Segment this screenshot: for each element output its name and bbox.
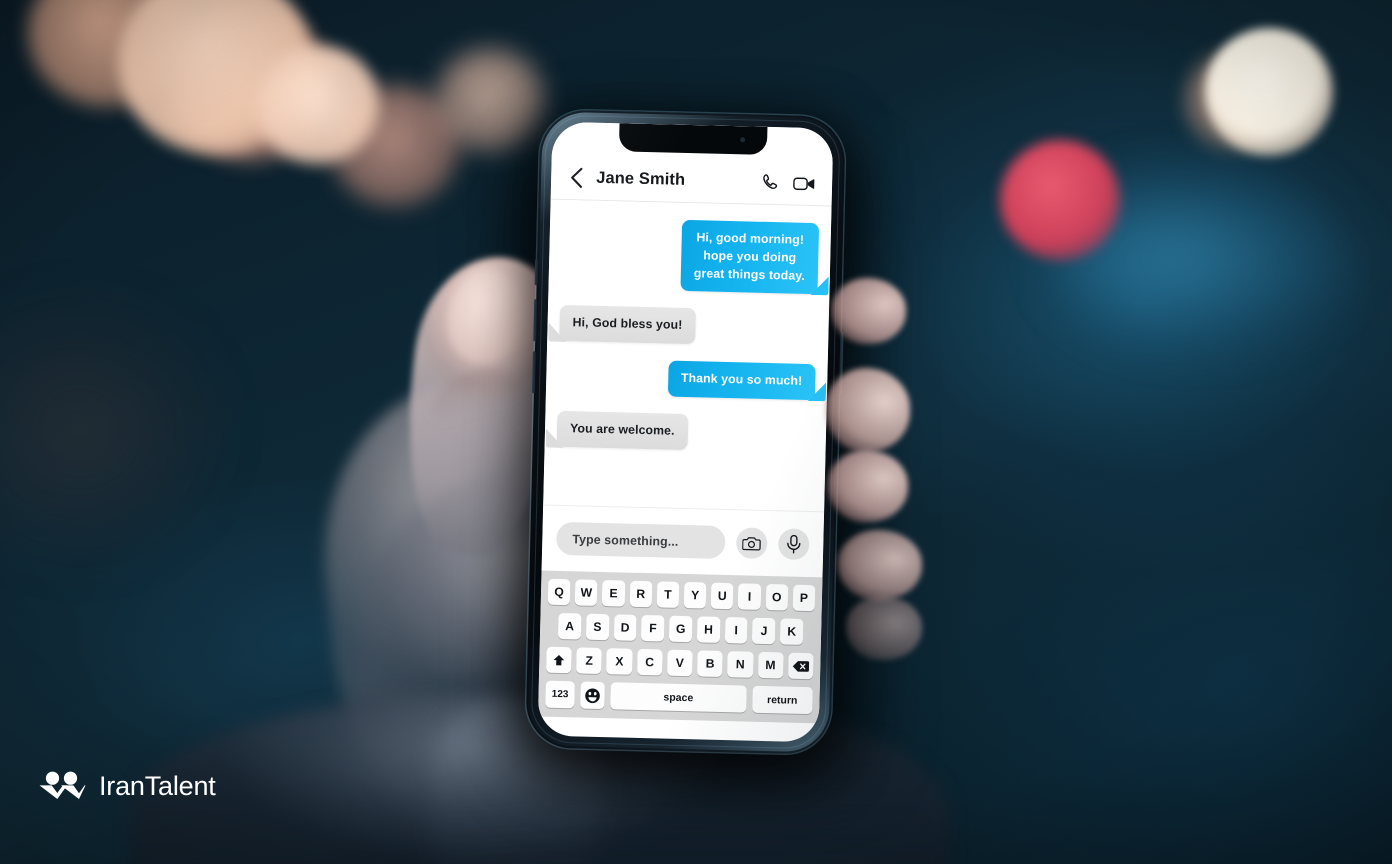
onscreen-keyboard: Q W E R T Y U I O P A S D F G H I J K Z … bbox=[538, 570, 823, 724]
key-v[interactable]: V bbox=[666, 649, 693, 677]
header-actions bbox=[758, 171, 816, 194]
key-o[interactable]: O bbox=[765, 584, 789, 611]
key-t[interactable]: T bbox=[656, 581, 680, 608]
key-z[interactable]: Z bbox=[576, 647, 603, 675]
message-list[interactable]: Hi, good morning! hope you doing great t… bbox=[543, 199, 832, 512]
camera-button[interactable] bbox=[735, 527, 768, 560]
key-m[interactable]: M bbox=[757, 651, 784, 679]
chevron-left-icon bbox=[570, 167, 582, 188]
volume-down-button[interactable] bbox=[531, 351, 536, 394]
index-finger bbox=[832, 278, 906, 344]
camera-notch bbox=[618, 123, 767, 155]
return-key[interactable]: return bbox=[751, 685, 813, 715]
silent-switch[interactable] bbox=[534, 259, 538, 286]
microphone-icon bbox=[787, 534, 801, 554]
key-i[interactable]: I bbox=[738, 583, 761, 610]
little-finger bbox=[838, 530, 922, 600]
video-camera-icon bbox=[793, 176, 815, 190]
key-d[interactable]: D bbox=[613, 614, 637, 641]
space-key[interactable]: space bbox=[610, 682, 747, 713]
key-g[interactable]: G bbox=[668, 615, 693, 643]
smiley-face-icon bbox=[585, 688, 600, 703]
camera-icon bbox=[742, 536, 761, 551]
finger-lower bbox=[846, 596, 922, 660]
key-i2[interactable]: I bbox=[724, 617, 748, 644]
brand-logo: IranTalent bbox=[38, 770, 216, 802]
key-b[interactable]: B bbox=[697, 650, 723, 677]
key-n[interactable]: N bbox=[727, 651, 754, 678]
key-u[interactable]: U bbox=[710, 582, 734, 610]
video-call-button[interactable] bbox=[793, 172, 816, 195]
ring-finger bbox=[828, 450, 908, 522]
message-row: Hi, good morning! hope you doing great t… bbox=[560, 217, 820, 295]
front-camera-icon bbox=[739, 137, 745, 143]
keyboard-row-4: 123 space return bbox=[542, 680, 816, 715]
key-x[interactable]: X bbox=[606, 648, 633, 675]
message-bubble-incoming[interactable]: Hi, God bless you! bbox=[559, 305, 696, 345]
shift-arrow-icon bbox=[553, 654, 565, 665]
key-a[interactable]: A bbox=[557, 612, 582, 640]
back-button[interactable] bbox=[565, 164, 588, 191]
key-h[interactable]: H bbox=[696, 616, 721, 643]
message-row: Hi, God bless you! bbox=[559, 305, 817, 347]
keyboard-row-3: Z X C V B N M bbox=[543, 646, 817, 680]
message-composer: Type something... bbox=[541, 504, 825, 578]
message-row: You are welcome. bbox=[556, 411, 815, 453]
call-button[interactable] bbox=[758, 171, 781, 194]
numbers-key[interactable]: 123 bbox=[545, 680, 575, 709]
keyboard-row-1: Q W E R T Y U I O P bbox=[545, 578, 819, 612]
emoji-key[interactable] bbox=[580, 681, 606, 710]
key-s[interactable]: S bbox=[585, 613, 610, 641]
key-q[interactable]: Q bbox=[547, 578, 571, 606]
key-j[interactable]: J bbox=[752, 617, 776, 645]
key-y[interactable]: Y bbox=[683, 582, 707, 609]
message-bubble-outgoing[interactable]: Hi, good morning! hope you doing great t… bbox=[680, 219, 820, 295]
voice-record-button[interactable] bbox=[777, 528, 810, 561]
key-p[interactable]: P bbox=[792, 584, 816, 612]
key-w[interactable]: W bbox=[574, 579, 598, 606]
two-people-icon bbox=[39, 771, 86, 799]
middle-finger bbox=[826, 368, 910, 452]
contact-name: Jane Smith bbox=[595, 168, 686, 189]
message-bubble-outgoing[interactable]: Thank you so much! bbox=[667, 360, 816, 401]
key-f[interactable]: F bbox=[641, 614, 665, 642]
message-input[interactable]: Type something... bbox=[555, 521, 726, 560]
message-bubble-incoming[interactable]: You are welcome. bbox=[556, 411, 689, 451]
backspace-key[interactable] bbox=[787, 652, 814, 680]
brand-name: IranTalent bbox=[99, 770, 216, 801]
key-c[interactable]: C bbox=[636, 648, 663, 676]
key-e[interactable]: E bbox=[602, 580, 625, 607]
shift-key[interactable] bbox=[546, 646, 572, 674]
backspace-icon bbox=[792, 660, 809, 672]
phone-icon bbox=[762, 174, 777, 189]
key-k[interactable]: K bbox=[780, 618, 804, 645]
phone-screen: Jane Smith Hi, good morning! hope you do… bbox=[537, 121, 834, 743]
smartphone: Jane Smith Hi, good morning! hope you do… bbox=[525, 109, 846, 755]
key-r[interactable]: R bbox=[629, 580, 653, 608]
screenshot-canvas: Jane Smith Hi, good morning! hope you do… bbox=[0, 0, 1392, 864]
volume-up-button[interactable] bbox=[532, 299, 537, 342]
message-row: Thank you so much! bbox=[558, 358, 816, 401]
chat-header: Jane Smith bbox=[550, 155, 833, 207]
keyboard-row-2: A S D F G H I J K bbox=[544, 612, 818, 646]
